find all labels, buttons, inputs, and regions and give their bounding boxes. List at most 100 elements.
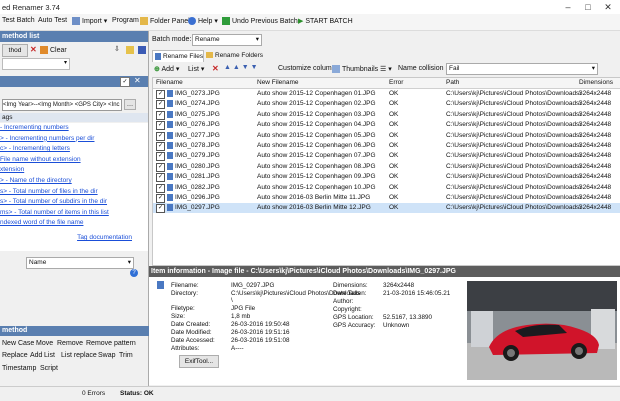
folder-panel-button[interactable]: Folder Panel (140, 17, 190, 25)
table-row[interactable]: ✓ IMG_0282.JPG Auto show 2015-12 Copenhage… (153, 183, 620, 193)
open-folder-icon[interactable] (126, 46, 134, 54)
tag-item[interactable]: c> - Incrementing letters (0, 144, 148, 155)
column-path[interactable]: Path (446, 79, 459, 86)
column-filename[interactable]: Filename (156, 79, 183, 86)
move-buttons-icons[interactable]: ▲ ▲ ▼ ▼ (224, 64, 258, 71)
auto-test-button[interactable]: Auto Test (38, 17, 67, 24)
start-batch-button[interactable]: ▶ START BATCH (298, 17, 353, 25)
remove-pattern-button[interactable]: Remove pattern (86, 340, 136, 347)
tag-item[interactable]: > - Incrementing numbers per dir (0, 134, 148, 145)
table-row[interactable]: ✓ IMG_0277.JPG Auto show 2015-12 Copenhage… (153, 131, 620, 141)
move-button[interactable]: Move (36, 340, 53, 347)
row-checkbox[interactable]: ✓ (156, 90, 165, 99)
pattern-browse-button[interactable]: … (124, 99, 136, 110)
row-checkbox[interactable]: ✓ (156, 110, 165, 120)
table-row[interactable]: ✓ IMG_0278.JPG Auto show 2015-12 Copenhage… (153, 141, 620, 151)
customize-columns-button[interactable]: Customize columns (278, 65, 339, 72)
cell-filename: IMG_0296.JPG (175, 194, 220, 201)
column-new-filename[interactable]: New Filename (257, 79, 299, 86)
thumbnails-button[interactable]: Thumbnails (332, 65, 378, 73)
tag-item[interactable]: s> - Total number of files in the dir (0, 187, 148, 198)
column-error[interactable]: Error (389, 79, 403, 86)
tab-rename-folders[interactable]: Rename Folders (204, 50, 264, 61)
collision-rule-select[interactable]: Fail ▾ (446, 63, 598, 75)
folder-icon (140, 17, 148, 25)
row-checkbox[interactable]: ✓ (156, 194, 165, 203)
name-select[interactable]: Name ▾ (26, 257, 134, 269)
undo-batch-button[interactable]: Undo Previous Batch (222, 17, 298, 25)
cell-filename: IMG_0279.JPG (175, 152, 220, 160)
test-batch-button[interactable]: Test Batch (2, 17, 35, 24)
pattern-input[interactable]: <Img Year>--<Img Month> <GPS City> <Inc … (2, 99, 122, 111)
row-checkbox[interactable]: ✓ (156, 121, 165, 131)
clear-button[interactable]: Clear (40, 46, 67, 54)
add-method-button[interactable]: thod (2, 44, 28, 57)
replace-button[interactable]: Replace (2, 352, 28, 359)
row-checkbox[interactable]: ✓ (156, 100, 165, 110)
tag-item[interactable]: > - Name of the directory (0, 176, 148, 187)
timestamp-button[interactable]: Timestamp (2, 365, 36, 372)
add-button[interactable]: Add (30, 352, 42, 359)
remove-files-icon[interactable]: ✕ (212, 64, 219, 73)
cell-dimensions: 3264x2448 (579, 162, 612, 170)
cell-new-filename: Auto show 2015-12 Copenhagen 08.JPG (257, 162, 376, 170)
program-menu[interactable]: Program (112, 17, 139, 24)
tag-documentation-link[interactable]: Tag documentation (0, 233, 148, 244)
cell-filename: IMG_0275.JPG (175, 110, 220, 118)
save-icon[interactable] (138, 46, 146, 54)
cell-new-filename: Auto show 2016-03 Berlin Mitte 12.JPG (257, 204, 371, 212)
new-case-button[interactable]: New Case (2, 340, 34, 347)
method-select[interactable]: ▾ (2, 58, 70, 70)
close-icon[interactable]: ✕ (602, 1, 614, 13)
list-menu-button[interactable]: List ▾ (188, 65, 204, 73)
row-checkbox[interactable]: ✓ (156, 152, 165, 162)
row-checkbox[interactable]: ✓ (156, 204, 165, 214)
table-row[interactable]: ✓ IMG_0275.JPG Auto show 2015-12 Copenhage… (153, 110, 620, 120)
row-checkbox[interactable]: ✓ (156, 183, 165, 193)
swap-button[interactable]: Swap (98, 352, 116, 359)
help-icon[interactable]: ? (130, 269, 138, 277)
table-row[interactable]: ✓ IMG_0281.JPG Auto show 2015-12 Copenhage… (153, 172, 620, 183)
batch-mode-select[interactable]: Rename ▾ (192, 34, 262, 46)
tag-item[interactable]: ndexed word of the file name (0, 218, 148, 229)
table-row[interactable]: ✓ IMG_0280.JPG Auto show 2015-12 Copenhage… (153, 162, 620, 172)
row-checkbox[interactable]: ✓ (156, 162, 165, 172)
trim-button[interactable]: Trim (119, 352, 133, 359)
tag-item[interactable]: ms> - Total number of items in this list (0, 208, 148, 219)
row-checkbox[interactable]: ✓ (156, 131, 165, 141)
help-menu[interactable]: Help ▾ (188, 17, 218, 26)
move-down-icon[interactable]: ⇩ (114, 45, 120, 53)
tag-item[interactable]: s> - Total number of subdirs in the dir (0, 197, 148, 208)
import-menu[interactable]: Import ▾ (72, 17, 107, 26)
minimize-icon[interactable]: – (562, 1, 574, 13)
grid-scrollbar[interactable] (612, 88, 618, 188)
table-row[interactable]: ✓ IMG_0296.JPG Auto show 2016-03 Berlin Mi… (153, 193, 620, 203)
tag-item[interactable]: File name without extension (0, 155, 148, 166)
cell-filename: IMG_0280.JPG (175, 162, 220, 170)
batch-mode-label: Batch mode: (152, 36, 192, 43)
table-row[interactable]: ✓ IMG_0276.JPG Auto show 2015-12 Copenhage… (153, 120, 620, 131)
table-row[interactable]: ✓ IMG_0279.JPG Auto show 2015-12 Copenhage… (153, 151, 620, 162)
table-row[interactable]: ✓ IMG_0297.JPG Auto show 2016-03 Berlin Mi… (153, 203, 620, 214)
enabled-checkbox[interactable]: ✓ (120, 77, 130, 87)
table-row[interactable]: ✓ IMG_0274.JPG Auto show 2015-12 Copenhage… (153, 99, 620, 110)
list-replace-button[interactable]: List replace (61, 352, 97, 359)
tab-rename-files[interactable]: Rename Files (152, 50, 204, 62)
column-dimensions[interactable]: Dimensions (579, 79, 613, 86)
view-options-icon[interactable]: ☰ ▾ (380, 65, 392, 73)
close-method-icon[interactable]: ✕ (134, 76, 141, 85)
row-checkbox[interactable]: ✓ (156, 142, 165, 151)
exiftool-button[interactable]: ExifTool... (179, 355, 219, 368)
remove-button[interactable]: Remove (57, 340, 83, 347)
list-button[interactable]: List (44, 352, 55, 359)
script-button[interactable]: Script (40, 365, 58, 372)
add-files-button[interactable]: ⊕ Add ▾ (154, 65, 179, 73)
date-accessed-value: 26-03-2016 19:51:08 (231, 337, 290, 344)
row-checkbox[interactable]: ✓ (156, 173, 165, 183)
delete-icon[interactable]: ✕ (30, 45, 37, 54)
tag-item[interactable]: - Incrementing numbers (0, 123, 148, 134)
maximize-icon[interactable]: □ (582, 1, 594, 13)
table-row[interactable]: ✓ IMG_0273.JPG Auto show 2015-12 Copenhage… (153, 89, 620, 99)
tab-rename-folders-label: Rename Folders (215, 52, 264, 59)
tag-item[interactable]: xtension (0, 165, 148, 176)
